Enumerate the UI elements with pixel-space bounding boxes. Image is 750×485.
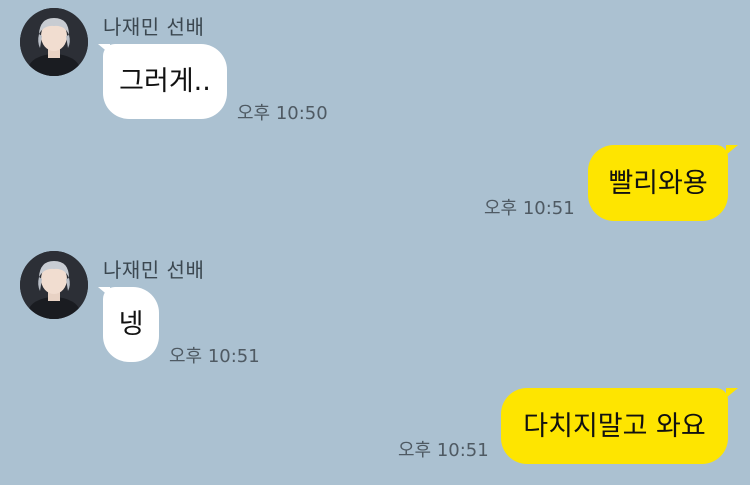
message-timestamp: 오후 10:51 xyxy=(484,198,575,219)
bubble-tail xyxy=(726,145,738,155)
chat-area: 나재민 선배 그러게.. 오후 10:50 오후 10:51 빨리와용 나재민 … xyxy=(0,0,750,485)
sender-name: 나재민 선배 xyxy=(103,258,205,282)
message-timestamp: 오후 10:51 xyxy=(398,440,489,461)
avatar-photo-icon xyxy=(20,8,88,76)
message-bubble-incoming[interactable]: 넹 xyxy=(103,287,159,362)
sender-name: 나재민 선배 xyxy=(103,15,205,39)
message-bubble-outgoing[interactable]: 빨리와용 xyxy=(588,145,728,221)
message-timestamp: 오후 10:50 xyxy=(237,103,328,124)
message-bubble-outgoing[interactable]: 다치지말고 와요 xyxy=(501,388,728,464)
bubble-tail xyxy=(726,388,738,398)
avatar-photo-icon xyxy=(20,251,88,319)
message-timestamp: 오후 10:51 xyxy=(169,346,260,367)
sender-avatar[interactable] xyxy=(20,8,88,76)
sender-avatar[interactable] xyxy=(20,251,88,319)
message-bubble-incoming[interactable]: 그러게.. xyxy=(103,44,227,119)
